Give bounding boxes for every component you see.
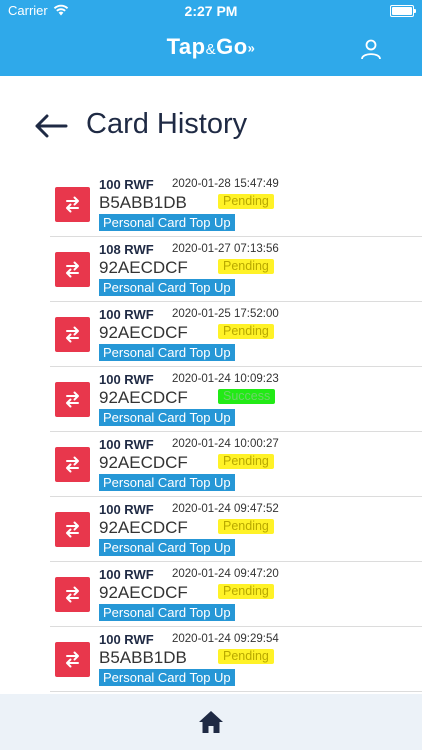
- list-item[interactable]: 100 RWF 2020-01-25 17:52:00 92AECDCF Pen…: [50, 302, 422, 367]
- transfer-icon: [55, 252, 90, 287]
- transfer-icon: [55, 642, 90, 677]
- transfer-icon: [55, 577, 90, 612]
- user-icon[interactable]: [360, 38, 382, 60]
- transfer-icon: [55, 512, 90, 547]
- status-badge: Pending: [218, 584, 274, 599]
- status-badge: Pending: [218, 324, 274, 339]
- list-item[interactable]: 100 RWF 2020-01-24 09:47:52 92AECDCF Pen…: [50, 497, 422, 562]
- status-badge: Pending: [218, 194, 274, 209]
- card-id: 92AECDCF: [99, 388, 188, 407]
- card-id: 92AECDCF: [99, 323, 188, 342]
- type-tag: Personal Card Top Up: [99, 539, 235, 556]
- type-tag: Personal Card Top Up: [99, 279, 235, 296]
- bottom-tab-bar: [0, 694, 422, 750]
- clock: 2:27 PM: [184, 3, 238, 19]
- timestamp: 2020-01-24 10:00:27: [172, 438, 279, 450]
- status-bar: Carrier 2:27 PM: [0, 0, 422, 22]
- list-item[interactable]: 100 RWF 2020-01-28 15:47:49 B5ABB1DB Pen…: [50, 172, 422, 237]
- app-logo: Tap&Go»: [166, 34, 256, 59]
- list-item[interactable]: 100 RWF 2020-01-24 10:00:27 92AECDCF Pen…: [50, 432, 422, 497]
- timestamp: 2020-01-28 15:47:49: [172, 178, 279, 190]
- list-item[interactable]: 100 RWF 2020-01-24 09:47:20 92AECDCF Pen…: [50, 562, 422, 627]
- transfer-icon: [55, 447, 90, 482]
- list-item[interactable]: 108 RWF 2020-01-27 07:13:56 92AECDCF Pen…: [50, 237, 422, 302]
- timestamp: 2020-01-24 10:09:23: [172, 373, 279, 385]
- amount: 100 RWF: [99, 567, 154, 582]
- arrow-left-icon[interactable]: [34, 114, 68, 138]
- amount: 100 RWF: [99, 502, 154, 517]
- status-badge: Success: [218, 389, 276, 404]
- type-tag: Personal Card Top Up: [99, 669, 235, 686]
- transaction-list[interactable]: 100 RWF 2020-01-28 15:47:49 B5ABB1DB Pen…: [50, 172, 422, 694]
- transfer-icon: [55, 187, 90, 222]
- amount: 108 RWF: [99, 242, 154, 257]
- card-id: B5ABB1DB: [99, 193, 187, 212]
- timestamp: 2020-01-24 09:29:54: [172, 633, 279, 645]
- card-id: 92AECDCF: [99, 258, 188, 277]
- timestamp: 2020-01-24 09:47:52: [172, 503, 279, 515]
- page-title: Card History: [86, 108, 248, 140]
- card-id: B5ABB1DB: [99, 648, 187, 667]
- amount: 100 RWF: [99, 632, 154, 647]
- status-badge: Pending: [218, 259, 274, 274]
- type-tag: Personal Card Top Up: [99, 409, 235, 426]
- list-item[interactable]: 100 RWF 2020-01-24 10:09:23 92AECDCF Suc…: [50, 367, 422, 432]
- transfer-icon: [55, 317, 90, 352]
- amount: 100 RWF: [99, 372, 154, 387]
- timestamp: 2020-01-24 09:47:20: [172, 568, 279, 580]
- card-id: 92AECDCF: [99, 453, 188, 472]
- amount: 100 RWF: [99, 177, 154, 192]
- timestamp: 2020-01-25 17:52:00: [172, 308, 279, 320]
- app-header: Carrier 2:27 PM Tap&Go»: [0, 0, 422, 76]
- amount: 100 RWF: [99, 307, 154, 322]
- type-tag: Personal Card Top Up: [99, 214, 235, 231]
- list-item[interactable]: 100 RWF 2020-01-24 09:29:54 B5ABB1DB Pen…: [50, 627, 422, 692]
- card-id: 92AECDCF: [99, 583, 188, 602]
- battery-icon: [390, 5, 416, 17]
- type-tag: Personal Card Top Up: [99, 344, 235, 361]
- amount: 100 RWF: [99, 437, 154, 452]
- timestamp: 2020-01-27 07:13:56: [172, 243, 279, 255]
- type-tag: Personal Card Top Up: [99, 474, 235, 491]
- status-badge: Pending: [218, 454, 274, 469]
- type-tag: Personal Card Top Up: [99, 604, 235, 621]
- card-id: 92AECDCF: [99, 518, 188, 537]
- home-icon[interactable]: [198, 710, 224, 734]
- transfer-icon: [55, 382, 90, 417]
- status-badge: Pending: [218, 519, 274, 534]
- status-badge: Pending: [218, 649, 274, 664]
